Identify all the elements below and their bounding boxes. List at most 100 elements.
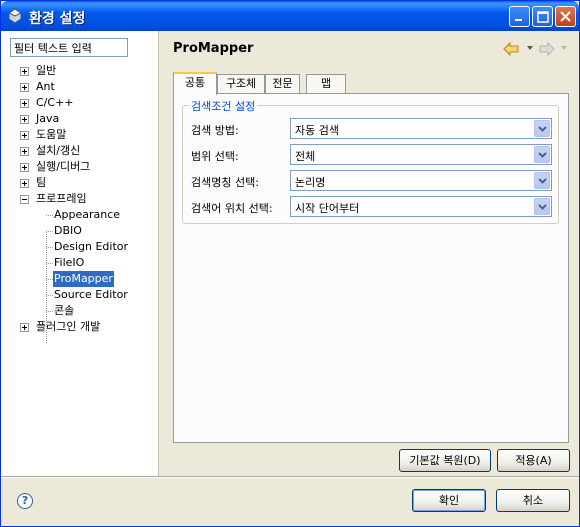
tree-item[interactable]: DBIO [1, 223, 158, 239]
tree-item-label: Design Editor [54, 240, 129, 253]
tab-panel-common: 검색조건 설정 검색 방법: 자동 검색 범위 선택: 전체 검색명칭 선택: … [173, 93, 569, 443]
tree-item[interactable]: 실행/디버그 [1, 159, 158, 175]
group-legend: 검색조건 설정 [189, 98, 258, 114]
dropdown-button[interactable] [534, 172, 550, 189]
page-title: ProMapper [173, 41, 254, 56]
tree-item[interactable]: 도움말 [1, 127, 158, 143]
search-settings-group: 검색조건 설정 검색 방법: 자동 검색 범위 선택: 전체 검색명칭 선택: … [182, 98, 559, 224]
restore-defaults-button[interactable]: 기본값 복원(D) [399, 449, 491, 472]
tree-item-label: 팀 [36, 176, 47, 189]
combo-value: 전체 [295, 150, 316, 163]
chevron-down-icon [538, 126, 547, 132]
tree-item[interactable]: FileIO [1, 255, 158, 271]
tab-message[interactable]: 전문 [265, 74, 300, 94]
tree-item[interactable]: ProMapper [1, 271, 158, 287]
tab-map[interactable]: 맵 [306, 74, 346, 94]
expand-plus-icon[interactable] [20, 131, 29, 140]
forward-arrow-icon[interactable] [539, 42, 555, 56]
tree-connector [46, 263, 53, 264]
tab-common[interactable]: 공통 [173, 72, 217, 95]
tab-label: 맵 [320, 77, 332, 90]
forward-dropdown-icon[interactable] [561, 46, 567, 50]
expand-plus-icon[interactable] [20, 83, 29, 92]
tree-item-label: Appearance [54, 208, 121, 221]
expand-plus-icon[interactable] [20, 179, 29, 188]
close-button[interactable] [555, 6, 576, 27]
maximize-button[interactable] [532, 6, 553, 27]
expand-plus-icon[interactable] [20, 67, 29, 76]
cancel-button[interactable]: 취소 [496, 489, 570, 512]
scope-select[interactable]: 전체 [290, 144, 552, 165]
collapse-minus-icon[interactable] [20, 195, 29, 204]
tree-item-label: 프로프레임 [36, 192, 87, 205]
keyword-position-select[interactable]: 시작 단어부터 [290, 196, 552, 217]
scope-label: 범위 선택: [191, 150, 239, 163]
tree-item-label: Ant [36, 80, 55, 93]
ok-button[interactable]: 확인 [412, 489, 486, 512]
expand-plus-icon[interactable] [20, 163, 29, 172]
page-header: ProMapper [161, 31, 579, 69]
search-method-select[interactable]: 자동 검색 [290, 118, 552, 139]
tree-item-label: 플러그인 개발 [36, 320, 101, 333]
dropdown-button[interactable] [534, 146, 550, 163]
search-method-label: 검색 방법: [191, 124, 239, 137]
tree-item[interactable]: C/C++ [1, 95, 158, 111]
expand-plus-icon[interactable] [20, 99, 29, 108]
chevron-down-icon [538, 204, 547, 210]
tree-item[interactable]: 일반 [1, 63, 158, 79]
tree-item-label: ProMapper [53, 271, 114, 287]
tree-item[interactable]: 플러그인 개발 [1, 319, 158, 335]
tree-item-label: Source Editor [54, 288, 128, 301]
tree-item-label: 실행/디버그 [36, 160, 91, 173]
app-icon [8, 8, 22, 24]
expand-plus-icon[interactable] [20, 323, 29, 332]
tree-item[interactable]: Java [1, 111, 158, 127]
preferences-window: 환경 설정 일반 Ant C/C++ Java 도움말설치/갱신실행/디버그팀프로프레임… [0, 0, 580, 527]
search-name-label: 검색명칭 선택: [191, 176, 259, 189]
window-title: 환경 설정 [29, 11, 86, 27]
chevron-down-icon [538, 178, 547, 184]
filter-input[interactable] [10, 38, 128, 57]
preference-navigation-pane: 일반 Ant C/C++ Java 도움말설치/갱신실행/디버그팀프로프레임 Appear… [1, 31, 159, 476]
tree-connector [46, 279, 53, 280]
keyword-position-label: 검색어 위치 선택: [191, 202, 273, 215]
tree-item-label: 도움말 [36, 128, 67, 141]
tree-item[interactable]: 프로프레임 [1, 191, 158, 207]
tree-connector [46, 311, 53, 312]
tree-item-label: FileIO [54, 256, 85, 269]
tree-connector [46, 247, 53, 248]
tab-label: 전문 [272, 77, 293, 90]
tree-item[interactable]: Design Editor [1, 239, 158, 255]
apply-button[interactable]: 적용(A) [497, 449, 570, 472]
minimize-button[interactable] [509, 6, 530, 27]
tree-item[interactable]: 콘솔 [1, 303, 158, 319]
title-bar[interactable]: 환경 설정 [1, 1, 579, 31]
tree-item-label: 일반 [36, 64, 57, 77]
tree-item[interactable]: Ant [1, 79, 158, 95]
tree-item-label: DBIO [54, 224, 82, 237]
tree-item-label: 설치/갱신 [36, 144, 81, 157]
tree-item[interactable]: Appearance [1, 207, 158, 223]
tree-connector [46, 295, 53, 296]
tree-item[interactable]: 팀 [1, 175, 158, 191]
tab-label: 구조체 [225, 77, 257, 90]
tab-label: 공통 [184, 76, 206, 89]
dropdown-button[interactable] [534, 120, 550, 137]
close-icon [560, 11, 571, 22]
tree-item[interactable]: Source Editor [1, 287, 158, 303]
tree-item-label: 콘솔 [54, 304, 75, 317]
tree-item[interactable]: 설치/갱신 [1, 143, 158, 159]
maximize-icon [537, 11, 549, 23]
tree-item-label: C/C++ [36, 96, 74, 109]
expand-plus-icon[interactable] [20, 115, 29, 124]
expand-plus-icon[interactable] [20, 147, 29, 156]
combo-value: 자동 검색 [295, 124, 339, 137]
tab-structure[interactable]: 구조체 [217, 74, 265, 94]
dropdown-button[interactable] [534, 198, 550, 215]
search-name-select[interactable]: 논리명 [290, 170, 552, 191]
back-dropdown-icon[interactable] [527, 46, 533, 50]
help-icon[interactable]: ? [17, 493, 33, 509]
minimize-icon [515, 19, 522, 21]
back-arrow-icon[interactable] [503, 42, 519, 56]
chevron-down-icon [538, 152, 547, 158]
